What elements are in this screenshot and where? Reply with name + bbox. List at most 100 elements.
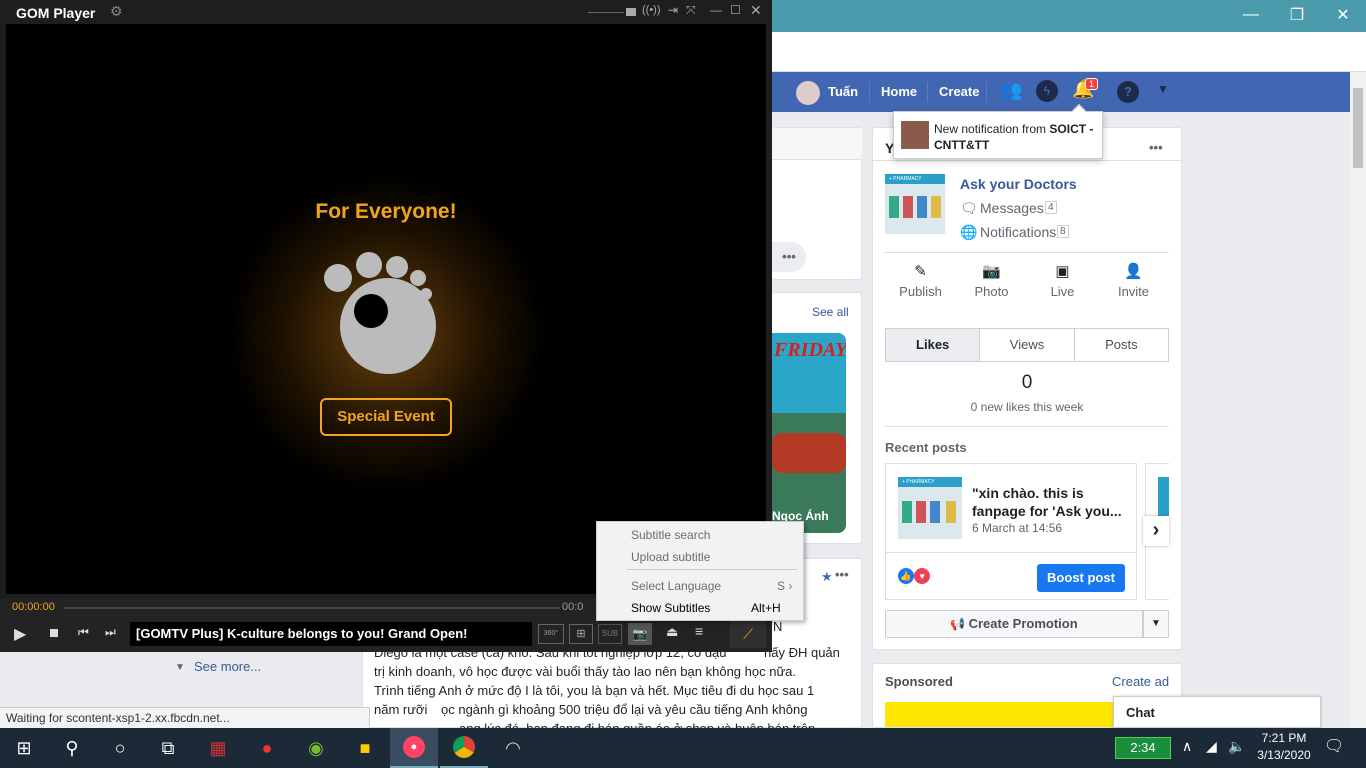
subtitle-context-menu: Subtitle search Upload subtitle Select L…	[596, 521, 804, 621]
gom-settings-icon[interactable]: ⚙	[110, 3, 123, 20]
notifications-link[interactable]: Notifications	[980, 224, 1056, 240]
gom-minimize-icon[interactable]: —	[710, 3, 722, 17]
app-chrome-icon[interactable]	[440, 728, 488, 768]
subtitle-button[interactable]: SUB	[598, 624, 622, 644]
left-nav: ▼ See more...	[0, 652, 360, 710]
messages-count: 4	[1045, 201, 1057, 214]
messenger-icon[interactable]: ϟ	[1036, 80, 1058, 102]
play-icon[interactable]: ▶	[14, 624, 26, 644]
gom-close-icon[interactable]: ✕	[750, 2, 762, 19]
playlist-icon[interactable]: ≡	[695, 623, 703, 639]
see-more-link[interactable]: See more...	[194, 659, 261, 674]
publish-action[interactable]: ✎ Publish	[885, 262, 956, 314]
app-mask-icon[interactable]: ◠	[489, 728, 537, 768]
action-center-icon[interactable]: 🗨	[1324, 736, 1344, 756]
tray-chevron-icon[interactable]: ∧	[1182, 738, 1192, 755]
post-letter: N	[773, 619, 783, 634]
notification-prefix: New notification from	[934, 122, 1050, 136]
home-link[interactable]: Home	[881, 84, 917, 99]
search-icon[interactable]: ⚲	[48, 728, 96, 768]
tab-views[interactable]: Views	[980, 329, 1075, 361]
app-unikey-icon[interactable]: ●	[243, 728, 291, 768]
marquee-text[interactable]: [GOMTV Plus] K-culture belongs to you! G…	[130, 622, 532, 646]
app-gom-player-icon[interactable]: ●	[390, 728, 438, 768]
invite-action[interactable]: 👤 Invite	[1098, 262, 1169, 314]
page-thumbnail[interactable]: + PHARMACY	[885, 174, 945, 234]
notification-popup[interactable]: New notification from SOICT - CNTT&TT	[893, 103, 1103, 159]
chat-bar[interactable]: Chat	[1113, 696, 1321, 728]
user-name-link[interactable]: Tuấn	[828, 84, 858, 99]
live-action[interactable]: ▣ Live	[1027, 262, 1098, 314]
next-arrow-icon[interactable]: ›	[1143, 516, 1169, 546]
gom-pin-icon[interactable]: ⇥	[668, 3, 678, 17]
gom-logo-icon	[340, 278, 436, 374]
seek-bar[interactable]	[64, 607, 560, 609]
equalizer-icon[interactable]: ⊞	[569, 624, 593, 644]
page-name-link[interactable]: Ask your Doctors	[960, 176, 1077, 192]
promotion-dropdown-icon[interactable]: ▼	[1143, 610, 1169, 638]
recent-post-title: "xin chào. this is fanpage for 'Ask you.…	[972, 485, 1122, 519]
create-ad-link[interactable]: Create ad	[1112, 674, 1169, 689]
messages-link[interactable]: Messages	[980, 200, 1044, 216]
gom-audio-icon[interactable]: ((•))	[642, 4, 661, 16]
menu-item-show-subtitles[interactable]: Show Subtitles	[631, 601, 710, 615]
screenshot-icon[interactable]: 📷	[628, 623, 652, 645]
post-line-4b: ọc ngành gì khoảng 500 triệu đổ lại và y…	[441, 702, 808, 717]
minimize-icon[interactable]: —	[1228, 0, 1274, 30]
browser-toolbar: ☆ ◆ ⛉ J ⚙ G ● ⊻ Ⓐ C ♻ ⋮	[772, 32, 1366, 96]
app-ms-icon[interactable]: ▦	[194, 728, 242, 768]
start-windows-icon[interactable]: ⊞	[0, 728, 48, 768]
next-icon[interactable]: ⏭	[105, 625, 116, 640]
vr360-button[interactable]: 360°	[538, 624, 564, 644]
photo-action[interactable]: 📷 Photo	[956, 262, 1027, 314]
tab-likes[interactable]: Likes	[886, 329, 981, 361]
menu-item-subtitle-search[interactable]: Subtitle search	[631, 528, 710, 542]
cortana-icon[interactable]: ○	[96, 728, 144, 768]
page-actions: ✎ Publish 📷 Photo ▣ Live 👤 Invite	[885, 262, 1169, 314]
battery-timer[interactable]: 2:34	[1115, 737, 1171, 759]
menu-shortcut-select-language: S ›	[777, 579, 793, 593]
see-all-link[interactable]: See all	[812, 305, 849, 319]
menu-item-upload-subtitle[interactable]: Upload subtitle	[631, 550, 710, 564]
panel-more-icon[interactable]: •••	[1149, 140, 1163, 155]
left-partial-card: •••	[772, 127, 862, 280]
create-promotion-button[interactable]: 📢 Create Promotion	[885, 610, 1143, 638]
restore-icon[interactable]: ❐	[1274, 0, 1320, 30]
tab-posts[interactable]: Posts	[1075, 329, 1168, 361]
time-total: 00:0	[562, 601, 584, 613]
prev-icon[interactable]: ⏮	[78, 625, 89, 640]
clock-date[interactable]: 3/13/2020	[1252, 748, 1316, 762]
story-thumbnail[interactable]: FRIDAY Ngọc Ánh	[772, 333, 846, 533]
gom-maximize-icon[interactable]: ☐	[730, 3, 741, 17]
create-link[interactable]: Create	[939, 84, 979, 99]
stop-icon[interactable]	[50, 629, 58, 637]
more-options-icon[interactable]: •••	[772, 242, 806, 272]
star-icon[interactable]: ★	[821, 569, 833, 585]
user-avatar[interactable]	[796, 81, 820, 105]
eject-icon[interactable]: ⏏	[666, 624, 678, 640]
likes-count: 0	[1021, 372, 1033, 393]
network-icon[interactable]: ◢	[1206, 738, 1217, 755]
account-dropdown-icon[interactable]: ▼	[1157, 82, 1169, 96]
task-view-icon[interactable]: ⧉	[144, 728, 192, 768]
app-sticky-notes-icon[interactable]: ■	[341, 728, 389, 768]
control-panel-icon[interactable]: ⟋	[730, 620, 766, 648]
boost-post-button[interactable]: Boost post	[1037, 564, 1125, 592]
notification-badge: 1	[1085, 78, 1099, 90]
menu-item-select-language[interactable]: Select Language	[631, 579, 721, 593]
help-icon[interactable]: ?	[1117, 81, 1139, 103]
time-current: 00:00:00	[12, 601, 55, 613]
recent-post-card[interactable]: + PHARMACY "xin chào. this is fanpage fo…	[885, 463, 1137, 600]
page-scrollbar[interactable]	[1350, 72, 1366, 728]
special-event-button[interactable]: Special Event	[320, 398, 452, 436]
friends-icon[interactable]: 👥	[1000, 80, 1022, 101]
sponsored-label: Sponsored	[885, 674, 953, 689]
post-more-icon[interactable]: •••	[835, 567, 849, 582]
volume-icon[interactable]: 🔈	[1228, 738, 1245, 755]
app-green-icon[interactable]: ◉	[292, 728, 340, 768]
clock-time[interactable]: 7:21 PM	[1252, 731, 1316, 745]
gom-video-area[interactable]: For Everyone! Special Event	[6, 24, 766, 594]
close-icon[interactable]: ✕	[1320, 0, 1366, 30]
globe-icon: 🌐	[960, 224, 978, 240]
gom-fit-icon[interactable]: ⤧	[686, 3, 696, 18]
